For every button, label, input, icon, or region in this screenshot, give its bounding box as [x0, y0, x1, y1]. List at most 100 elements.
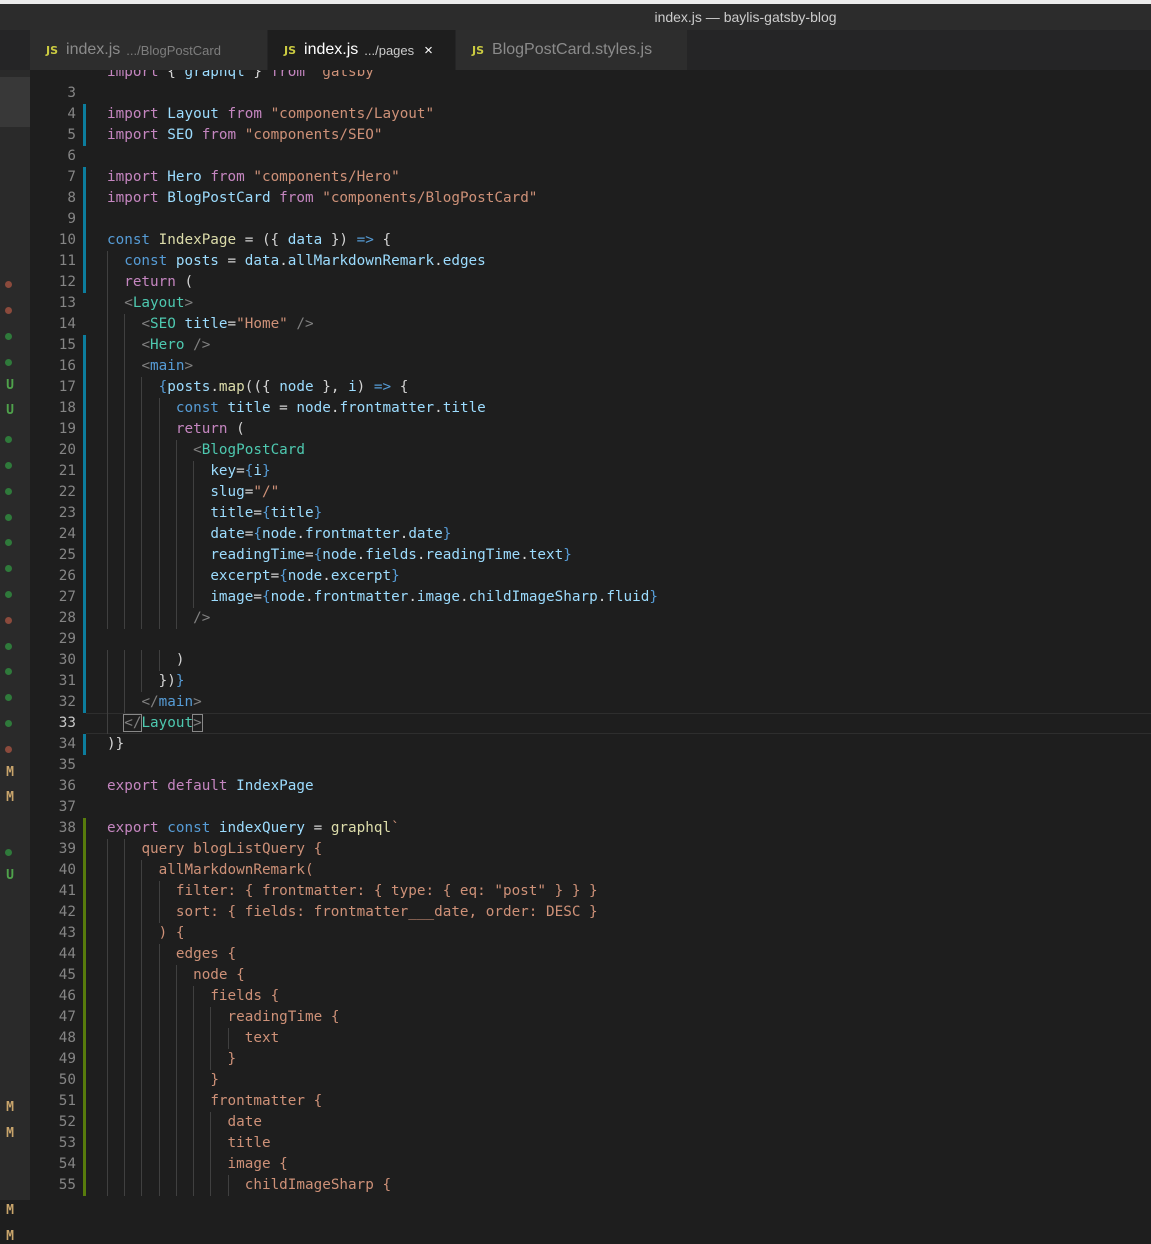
code-token: =	[305, 547, 314, 563]
tab-index-blogpostcard[interactable]: JS index.js .../BlogPostCard	[30, 30, 268, 70]
code-token: "components/Hero"	[253, 169, 400, 185]
code-line[interactable]: 26 excerpt={node.excerpt}	[30, 566, 1151, 587]
close-icon[interactable]: ×	[424, 42, 433, 59]
modified-line-marker	[83, 377, 86, 398]
code-line[interactable]: 35	[30, 755, 1151, 776]
indent-guide	[158, 944, 160, 965]
code-line[interactable]: 5 import SEO from "components/SEO"	[30, 125, 1151, 146]
code-token: <	[193, 442, 202, 458]
code-token: >	[193, 694, 202, 710]
indent-guide	[124, 482, 126, 503]
tab-blogpostcard-styles[interactable]: JS BlogPostCard.styles.js	[456, 30, 688, 70]
indent-guide	[158, 1028, 160, 1049]
code-line[interactable]: 47 readingTime {	[30, 1007, 1151, 1028]
code-line[interactable]: 52 date	[30, 1112, 1151, 1133]
code-line[interactable]: import { graphql } from "gatsby"	[30, 70, 1151, 83]
code-line[interactable]: 55 childImageSharp {	[30, 1175, 1151, 1196]
code-token: }	[313, 505, 323, 521]
code-line[interactable]: 36 export default IndexPage	[30, 776, 1151, 797]
tab-description: .../BlogPostCard	[126, 42, 221, 58]
code-line[interactable]: 11 const posts = data.allMarkdownRemark.e…	[30, 251, 1151, 272]
code-line[interactable]: 42 sort: { fields: frontmatter___date, or…	[30, 902, 1151, 923]
added-dot-icon	[5, 849, 12, 856]
code-line[interactable]: 31})}	[30, 671, 1151, 692]
code-line[interactable]: 34)}	[30, 734, 1151, 755]
indent-guide	[175, 545, 177, 566]
code-line[interactable]: 14 <SEO title="Home" />	[30, 314, 1151, 335]
tab-description: .../pages	[364, 42, 415, 58]
indent-guide	[175, 1175, 177, 1196]
code-line[interactable]: 17 {posts.map(({ node }, i) => {	[30, 377, 1151, 398]
indent-guide	[124, 356, 126, 377]
code-line[interactable]: 7 import Hero from "components/Hero"	[30, 167, 1151, 188]
code-token: >	[192, 714, 203, 732]
indent-guide	[227, 1175, 229, 1196]
code-line[interactable]: 15 <Hero />	[30, 335, 1151, 356]
code-text: )}	[107, 734, 124, 755]
indent-guide	[158, 482, 160, 503]
code-line[interactable]: 20 <BlogPostCard	[30, 440, 1151, 461]
code-line[interactable]: 38 export const indexQuery = graphql`	[30, 818, 1151, 839]
indent-guide	[107, 1091, 108, 1112]
indent-guide	[158, 986, 160, 1007]
code-line[interactable]: 50}	[30, 1070, 1151, 1091]
code-token: readingTime {	[227, 1009, 340, 1025]
code-line[interactable]: 3	[30, 83, 1151, 104]
code-line[interactable]: 21 key={i}	[30, 461, 1151, 482]
code-line[interactable]: 48 text	[30, 1028, 1151, 1049]
code-line[interactable]: 23 title={title}	[30, 503, 1151, 524]
line-number: 19	[58, 421, 76, 437]
code-line[interactable]: 32 </main>	[30, 692, 1151, 713]
code-token: }	[115, 736, 125, 752]
modified-line-marker	[83, 398, 86, 419]
indent-guide	[193, 1175, 195, 1196]
line-number: 45	[58, 967, 76, 983]
code-line[interactable]: 33 </Layout>	[30, 713, 1151, 734]
code-line[interactable]: 30)	[30, 650, 1151, 671]
line-number: 53	[58, 1135, 76, 1151]
code-token: query blogListQuery {	[141, 841, 323, 857]
code-line[interactable]: 41 filter: { frontmatter: { type: { eq: "…	[30, 881, 1151, 902]
code-line[interactable]: 6	[30, 146, 1151, 167]
tab-index-pages[interactable]: JS index.js .../pages ×	[268, 30, 456, 70]
added-line-marker	[83, 944, 86, 965]
code-line[interactable]: 29	[30, 629, 1151, 650]
code-line[interactable]: 40 allMarkdownRemark(	[30, 860, 1151, 881]
code-line[interactable]: 9	[30, 209, 1151, 230]
code-token: IndexPage	[236, 778, 314, 794]
code-line[interactable]: 46 fields {	[30, 986, 1151, 1007]
code-line[interactable]: 53 title	[30, 1133, 1151, 1154]
code-line[interactable]: 13 <Layout>	[30, 293, 1151, 314]
code-line[interactable]: 28 />	[30, 608, 1151, 629]
code-line[interactable]: 44 edges {	[30, 944, 1151, 965]
editor-tab-bar: JS index.js .../BlogPostCard JS index.js…	[0, 30, 1151, 70]
code-line[interactable]: 22 slug="/"	[30, 482, 1151, 503]
indent-guide	[158, 1112, 160, 1133]
code-line[interactable]: 12 return (	[30, 272, 1151, 293]
code-line[interactable]: 10 const IndexPage = ({ data }) => {	[30, 230, 1151, 251]
code-line[interactable]: 16 <main>	[30, 356, 1151, 377]
code-line[interactable]: 4 import Layout from "components/Layout"	[30, 104, 1151, 125]
indent-guide	[175, 461, 177, 482]
code-line[interactable]: 25 readingTime={node.fields.readingTime.t…	[30, 545, 1151, 566]
code-line[interactable]: 27 image={node.frontmatter.image.childIma…	[30, 587, 1151, 608]
line-number: 32	[58, 694, 76, 710]
code-line[interactable]: 43) {	[30, 923, 1151, 944]
code-editor[interactable]: import { graphql } from "gatsby" 3 4 import…	[30, 70, 1151, 1200]
code-line[interactable]: 37	[30, 797, 1151, 818]
line-number: 7	[67, 169, 76, 185]
indent-guide	[141, 1007, 143, 1028]
code-line[interactable]: 24 date={node.frontmatter.date}	[30, 524, 1151, 545]
code-token: "gatsby"	[305, 70, 383, 80]
code-line[interactable]: 45 node {	[30, 965, 1151, 986]
code-line[interactable]: 54 image {	[30, 1154, 1151, 1175]
code-line[interactable]: 49}	[30, 1049, 1151, 1070]
code-line[interactable]: 19 return (	[30, 419, 1151, 440]
code-line[interactable]: 18 const title = node.frontmatter.title	[30, 398, 1151, 419]
code-line[interactable]: 39 query blogListQuery {	[30, 839, 1151, 860]
code-line[interactable]: 8 import BlogPostCard from "components/Bl…	[30, 188, 1151, 209]
code-line[interactable]: 51 frontmatter {	[30, 1091, 1151, 1112]
